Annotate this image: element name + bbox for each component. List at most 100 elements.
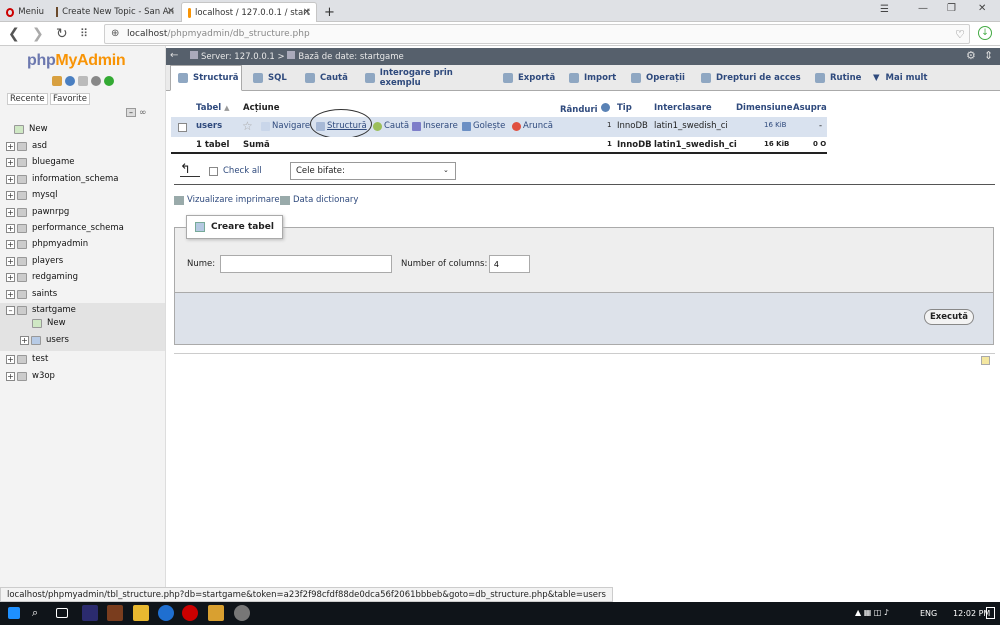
speed-dial-icon[interactable]: ⠿ — [80, 25, 88, 43]
minimize-icon[interactable]: — — [918, 3, 928, 14]
close-icon[interactable]: ✕ — [303, 7, 311, 18]
url-field[interactable]: ⊕ localhost/phpmyadmin/db_structure.php … — [104, 24, 970, 44]
expand-icon[interactable]: + — [6, 371, 15, 381]
expand-icon[interactable]: + — [6, 190, 15, 200]
app-icon[interactable] — [208, 605, 224, 621]
tree-item-db[interactable]: + players — [6, 254, 63, 268]
tab-privileges[interactable]: Drepturi de acces — [694, 65, 806, 91]
tab-favorite[interactable]: Favorite — [50, 93, 90, 105]
data-dictionary-link[interactable]: Data dictionary — [280, 195, 358, 205]
header-size[interactable]: Dimensiune — [736, 103, 792, 113]
header-table[interactable]: Tabel ▲ — [196, 103, 230, 113]
expand-icon[interactable]: ⇕ — [984, 49, 993, 62]
collapse-icon[interactable]: – — [6, 305, 15, 315]
tree-item-db[interactable]: + saints — [6, 287, 57, 301]
close-icon[interactable]: ✕ — [167, 6, 175, 17]
row-size[interactable]: 16 KiB — [764, 121, 786, 129]
action-insert[interactable]: Inserare — [412, 121, 458, 131]
language-indicator[interactable]: ENG — [920, 609, 937, 618]
window-close-icon[interactable]: ✕ — [978, 3, 986, 14]
tab-export[interactable]: Exportă — [496, 65, 560, 91]
windows-start-icon[interactable] — [8, 607, 20, 619]
action-search[interactable]: Caută — [373, 121, 409, 131]
expand-icon[interactable]: + — [6, 174, 15, 184]
expand-icon[interactable]: + — [6, 289, 15, 299]
expand-icon[interactable]: + — [6, 272, 15, 282]
collapse-panel-icon[interactable]: ← — [170, 50, 178, 61]
app-icon[interactable] — [234, 605, 250, 621]
breadcrumb-server[interactable]: Server: 127.0.0.1 — [201, 52, 275, 62]
search-icon[interactable]: ⌕ — [32, 606, 48, 622]
tab-structure[interactable]: Structură — [170, 65, 242, 91]
header-collation[interactable]: Interclasare — [654, 103, 712, 113]
maximize-icon[interactable]: ❐ — [947, 3, 956, 14]
photoshop-icon[interactable] — [82, 605, 98, 621]
console-icon[interactable] — [981, 356, 990, 365]
header-type[interactable]: Tip — [617, 103, 632, 113]
tree-item-db[interactable]: + information_schema — [6, 172, 119, 186]
browser-tab[interactable]: Create New Topic - San An ✕ — [50, 2, 180, 22]
expand-icon[interactable]: + — [20, 335, 29, 345]
action-drop[interactable]: Aruncă — [512, 121, 553, 131]
new-tab-button[interactable]: + — [318, 2, 334, 22]
refresh-icon[interactable] — [104, 76, 114, 86]
clock[interactable]: 12:02 PM — [953, 609, 990, 618]
tab-more[interactable]: ▼ Mai mult — [866, 65, 934, 91]
tree-item-new-table[interactable]: New — [32, 316, 66, 330]
expand-icon[interactable]: + — [6, 141, 15, 151]
file-explorer-icon[interactable] — [133, 605, 149, 621]
docs-icon[interactable] — [78, 76, 88, 86]
tab-routines[interactable]: Rutine — [808, 65, 864, 91]
tab-search[interactable]: Caută — [298, 65, 356, 91]
tab-sql[interactable]: SQL — [246, 65, 296, 91]
tree-item-db[interactable]: + redgaming — [6, 270, 78, 284]
tab-query[interactable]: Interogare prin exemplu — [358, 65, 494, 91]
header-overhead[interactable]: Asupra — [793, 103, 827, 113]
tree-item-db[interactable]: + pawnrpg — [6, 205, 69, 219]
table-name-input[interactable] — [220, 255, 392, 273]
expand-icon[interactable]: + — [6, 207, 15, 217]
tree-item-db[interactable]: + bluegame — [6, 155, 75, 169]
browser-menu-button[interactable]: Meniu — [0, 2, 50, 22]
check-all-checkbox[interactable] — [209, 167, 218, 176]
tree-item-db[interactable]: + test — [6, 352, 48, 366]
phpmyadmin-logo[interactable]: phpMyAdmin — [27, 52, 126, 70]
print-view-link[interactable]: Vizualizare imprimare — [174, 195, 280, 205]
gear-icon[interactable] — [91, 76, 101, 86]
expand-icon[interactable]: + — [6, 354, 15, 364]
heart-icon[interactable]: ♡ — [955, 28, 965, 41]
notifications-icon[interactable] — [986, 607, 995, 619]
reload-icon[interactable]: ↻ — [56, 25, 68, 43]
tree-item-db-selected[interactable]: – startgame — [6, 303, 76, 317]
expand-icon[interactable]: + — [6, 256, 15, 266]
tab-recent[interactable]: Recente — [7, 93, 48, 105]
tree-item-table[interactable]: + users — [20, 333, 69, 347]
tree-item-db[interactable]: + asd — [6, 139, 47, 153]
tab-import[interactable]: Import — [562, 65, 622, 91]
columns-input[interactable] — [489, 255, 530, 273]
with-selected-dropdown[interactable]: Cele bifate: ⌄ — [290, 162, 456, 180]
browser-tab-active[interactable]: localhost / 127.0.0.1 / start ✕ — [181, 2, 317, 22]
execute-button[interactable]: Execută — [924, 309, 974, 325]
header-rows[interactable]: Rânduri — [560, 103, 610, 115]
check-all-label[interactable]: Check all — [223, 166, 262, 176]
back-icon[interactable]: ❮ — [8, 25, 20, 43]
collapse-all-icon[interactable]: – — [126, 108, 136, 117]
breadcrumb-database[interactable]: Bază de date: startgame — [298, 52, 403, 62]
action-browse[interactable]: Navigare — [261, 121, 310, 131]
tree-item-db[interactable]: + w3op — [6, 369, 55, 383]
ie-icon[interactable] — [158, 605, 174, 621]
help-icon[interactable] — [65, 76, 75, 86]
table-name-link[interactable]: users — [196, 121, 222, 131]
favorite-star-icon[interactable]: ☆ — [242, 119, 253, 133]
opera-icon[interactable] — [182, 605, 198, 621]
task-view-icon[interactable] — [56, 608, 68, 618]
tree-item-db[interactable]: + phpmyadmin — [6, 237, 88, 251]
tab-operations[interactable]: Operații — [624, 65, 692, 91]
link-icon[interactable]: ∞ — [139, 108, 147, 118]
expand-icon[interactable]: + — [6, 239, 15, 249]
home-icon[interactable] — [52, 76, 62, 86]
row-checkbox[interactable] — [178, 123, 187, 132]
action-empty[interactable]: Golește — [462, 121, 505, 131]
tab-menu-icon[interactable]: ☰ — [880, 4, 889, 15]
